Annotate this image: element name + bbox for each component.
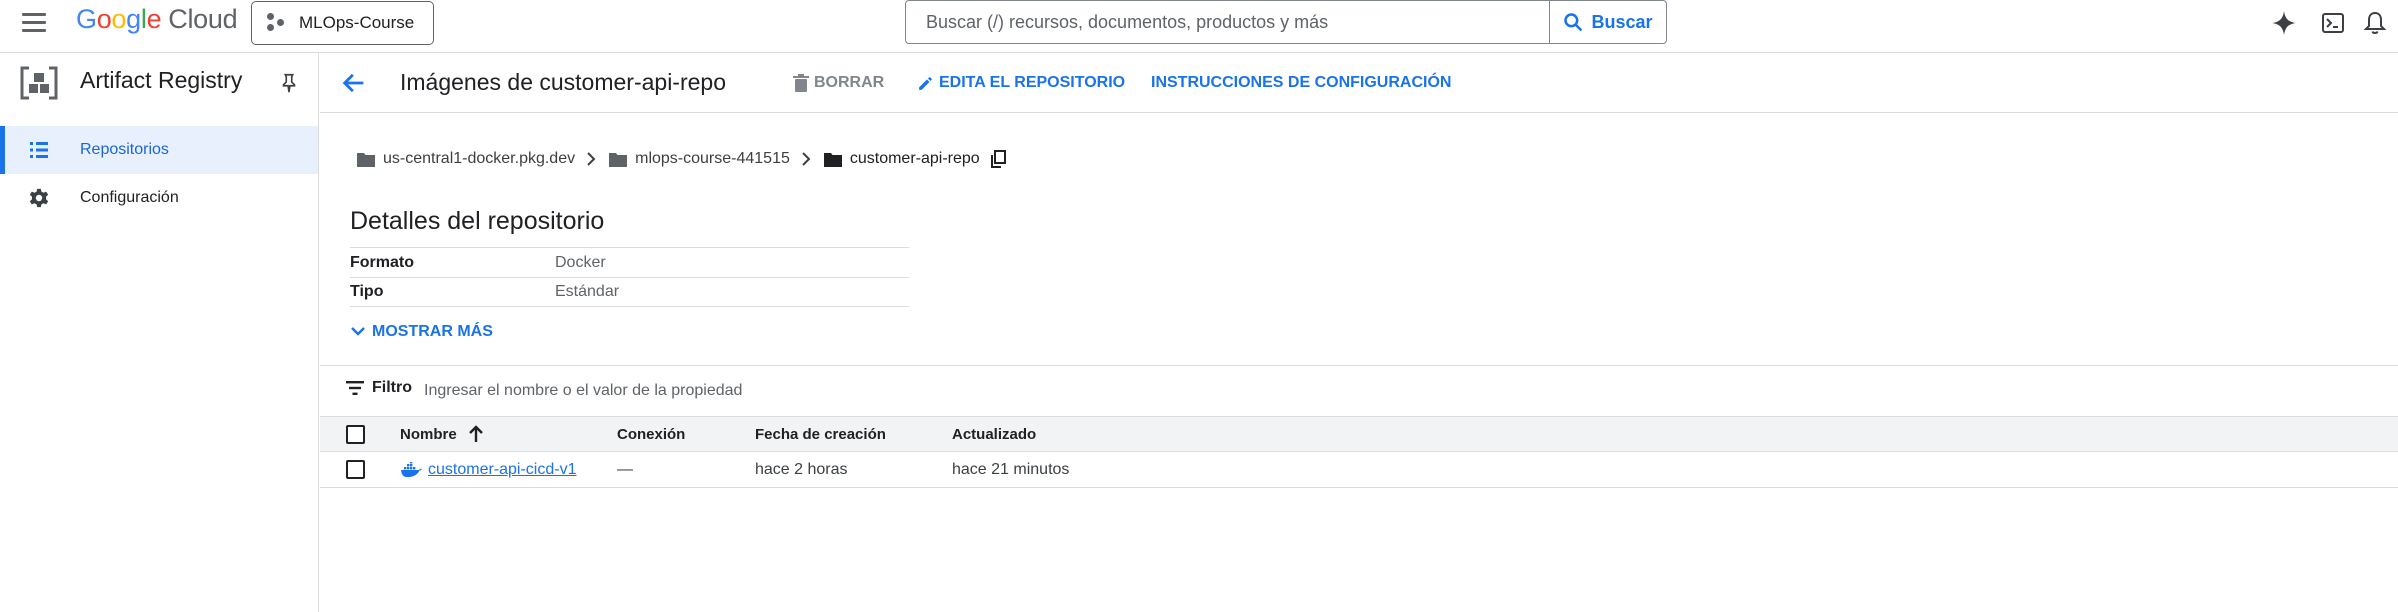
chevron-right-icon	[802, 152, 811, 166]
folder-icon	[357, 152, 375, 167]
details-value: Docker	[555, 253, 606, 271]
logo-letter: e	[146, 4, 162, 34]
product-title: Artifact Registry	[80, 67, 243, 93]
column-header-updated[interactable]: Actualizado	[952, 417, 1036, 451]
folder-icon	[609, 152, 628, 167]
details-key: Tipo	[350, 283, 384, 300]
sort-ascending-icon[interactable]	[467, 425, 485, 443]
page-header: Imágenes de customer-api-repo BORRAR EDI…	[320, 53, 2398, 113]
column-header-connection[interactable]: Conexión	[617, 417, 685, 451]
show-more-button[interactable]: MOSTRAR MÁS	[350, 323, 493, 341]
updated-cell: hace 21 minutos	[952, 460, 1070, 478]
project-icon	[267, 13, 289, 33]
show-more-label: MOSTRAR MÁS	[372, 323, 493, 340]
project-picker-button[interactable]: MLOps-Course	[251, 1, 434, 45]
menu-line	[22, 12, 46, 16]
chevron-right-icon	[587, 152, 596, 166]
page-title: Imágenes de customer-api-repo	[400, 69, 726, 95]
select-all-checkbox[interactable]	[346, 425, 365, 444]
edit-repository-button[interactable]: EDITA EL REPOSITORIO	[917, 74, 1125, 92]
breadcrumb-item-project[interactable]: mlops-course-441515	[609, 150, 790, 168]
chevron-down-icon	[351, 327, 365, 336]
row-checkbox[interactable]	[346, 460, 365, 479]
image-name-cell: customer-api-cicd-v1	[400, 452, 576, 487]
filter-input[interactable]	[424, 378, 1224, 404]
top-bar: Google Cloud MLOps-Course Buscar	[0, 0, 2398, 53]
column-header-created[interactable]: Fecha de creación	[755, 417, 886, 451]
connection-cell: —	[617, 460, 633, 478]
table-header: Nombre Conexión Fecha de creación Actual…	[320, 416, 2398, 452]
logo-letter: o	[96, 4, 112, 34]
logo-cloud: Cloud	[168, 4, 238, 34]
column-header-label: Actualizado	[952, 425, 1037, 443]
filter-bar: Filtro	[320, 366, 2398, 416]
table-row: customer-api-cicd-v1 — hace 2 horas hace…	[320, 452, 2398, 488]
menu-line	[22, 20, 46, 24]
google-cloud-logo[interactable]: Google Cloud	[76, 4, 238, 35]
breadcrumb-label: us-central1-docker.pkg.dev	[383, 150, 576, 167]
details-row-format: Formato Docker	[350, 247, 909, 277]
copy-icon[interactable]	[990, 150, 1006, 168]
pin-icon[interactable]	[278, 71, 300, 95]
docker-icon	[401, 461, 422, 477]
folder-icon	[823, 152, 842, 167]
search-input[interactable]	[906, 1, 1549, 43]
logo-letter: o	[111, 4, 127, 34]
cloud-shell-icon[interactable]	[2318, 8, 2348, 38]
logo-google: Google	[76, 4, 162, 34]
details-table: Formato Docker Tipo Estándar	[350, 247, 909, 307]
main-menu-button[interactable]	[19, 9, 51, 35]
search-bar: Buscar	[905, 0, 1667, 44]
trash-icon	[793, 74, 809, 92]
filter-label: Filtro	[372, 379, 412, 396]
artifact-registry-icon	[20, 66, 58, 100]
left-navigation: Artifact Registry Repositorios Configura…	[0, 53, 319, 612]
sidebar-item-configuracion[interactable]: Configuración	[0, 174, 318, 222]
gear-icon	[29, 188, 49, 208]
search-button-label: Buscar	[1591, 11, 1653, 32]
edit-label: EDITA EL REPOSITORIO	[939, 74, 1126, 91]
breadcrumb-item-registry[interactable]: us-central1-docker.pkg.dev	[357, 150, 575, 168]
project-name: MLOps-Course	[299, 13, 415, 32]
logo-letter: g	[126, 4, 141, 34]
sidebar-item-repositorios[interactable]: Repositorios	[0, 126, 318, 174]
breadcrumb-item-repo: customer-api-repo	[823, 150, 980, 168]
product-header: Artifact Registry	[0, 53, 318, 113]
menu-line	[22, 28, 46, 32]
column-header-name[interactable]: Nombre	[400, 417, 485, 451]
filter-button[interactable]: Filtro	[346, 379, 412, 397]
search-icon	[1564, 13, 1583, 32]
image-name-link[interactable]: customer-api-cicd-v1	[428, 461, 576, 479]
details-row-type: Tipo Estándar	[350, 277, 909, 307]
logo-letter: G	[76, 4, 97, 34]
sidebar-item-label: Configuración	[80, 189, 179, 206]
breadcrumb: us-central1-docker.pkg.dev mlops-course-…	[357, 148, 1006, 170]
column-header-label: Conexión	[617, 425, 686, 443]
details-key: Formato	[350, 253, 414, 271]
gemini-icon[interactable]	[2269, 8, 2299, 38]
list-icon	[30, 142, 48, 158]
breadcrumb-label: mlops-course-441515	[635, 150, 790, 167]
setup-instructions-button[interactable]: INSTRUCCIONES DE CONFIGURACIÓN	[1151, 74, 1451, 92]
created-cell: hace 2 horas	[755, 460, 848, 478]
setup-label: INSTRUCCIONES DE CONFIGURACIÓN	[1151, 74, 1452, 91]
search-button[interactable]: Buscar	[1549, 1, 1666, 43]
back-arrow-icon[interactable]	[340, 69, 368, 97]
pencil-icon	[919, 76, 932, 90]
filter-icon	[346, 381, 364, 395]
delete-button[interactable]: BORRAR	[793, 74, 884, 92]
column-header-label: Nombre	[400, 425, 457, 443]
details-value: Estándar	[555, 283, 620, 300]
details-title: Detalles del repositorio	[350, 207, 605, 235]
images-table: Nombre Conexión Fecha de creación Actual…	[320, 416, 2398, 488]
sidebar-item-label: Repositorios	[80, 141, 169, 158]
breadcrumb-label: customer-api-repo	[849, 150, 980, 167]
notifications-bell-icon[interactable]	[2360, 8, 2390, 38]
delete-label: BORRAR	[814, 74, 885, 91]
column-header-label: Fecha de creación	[755, 425, 886, 443]
